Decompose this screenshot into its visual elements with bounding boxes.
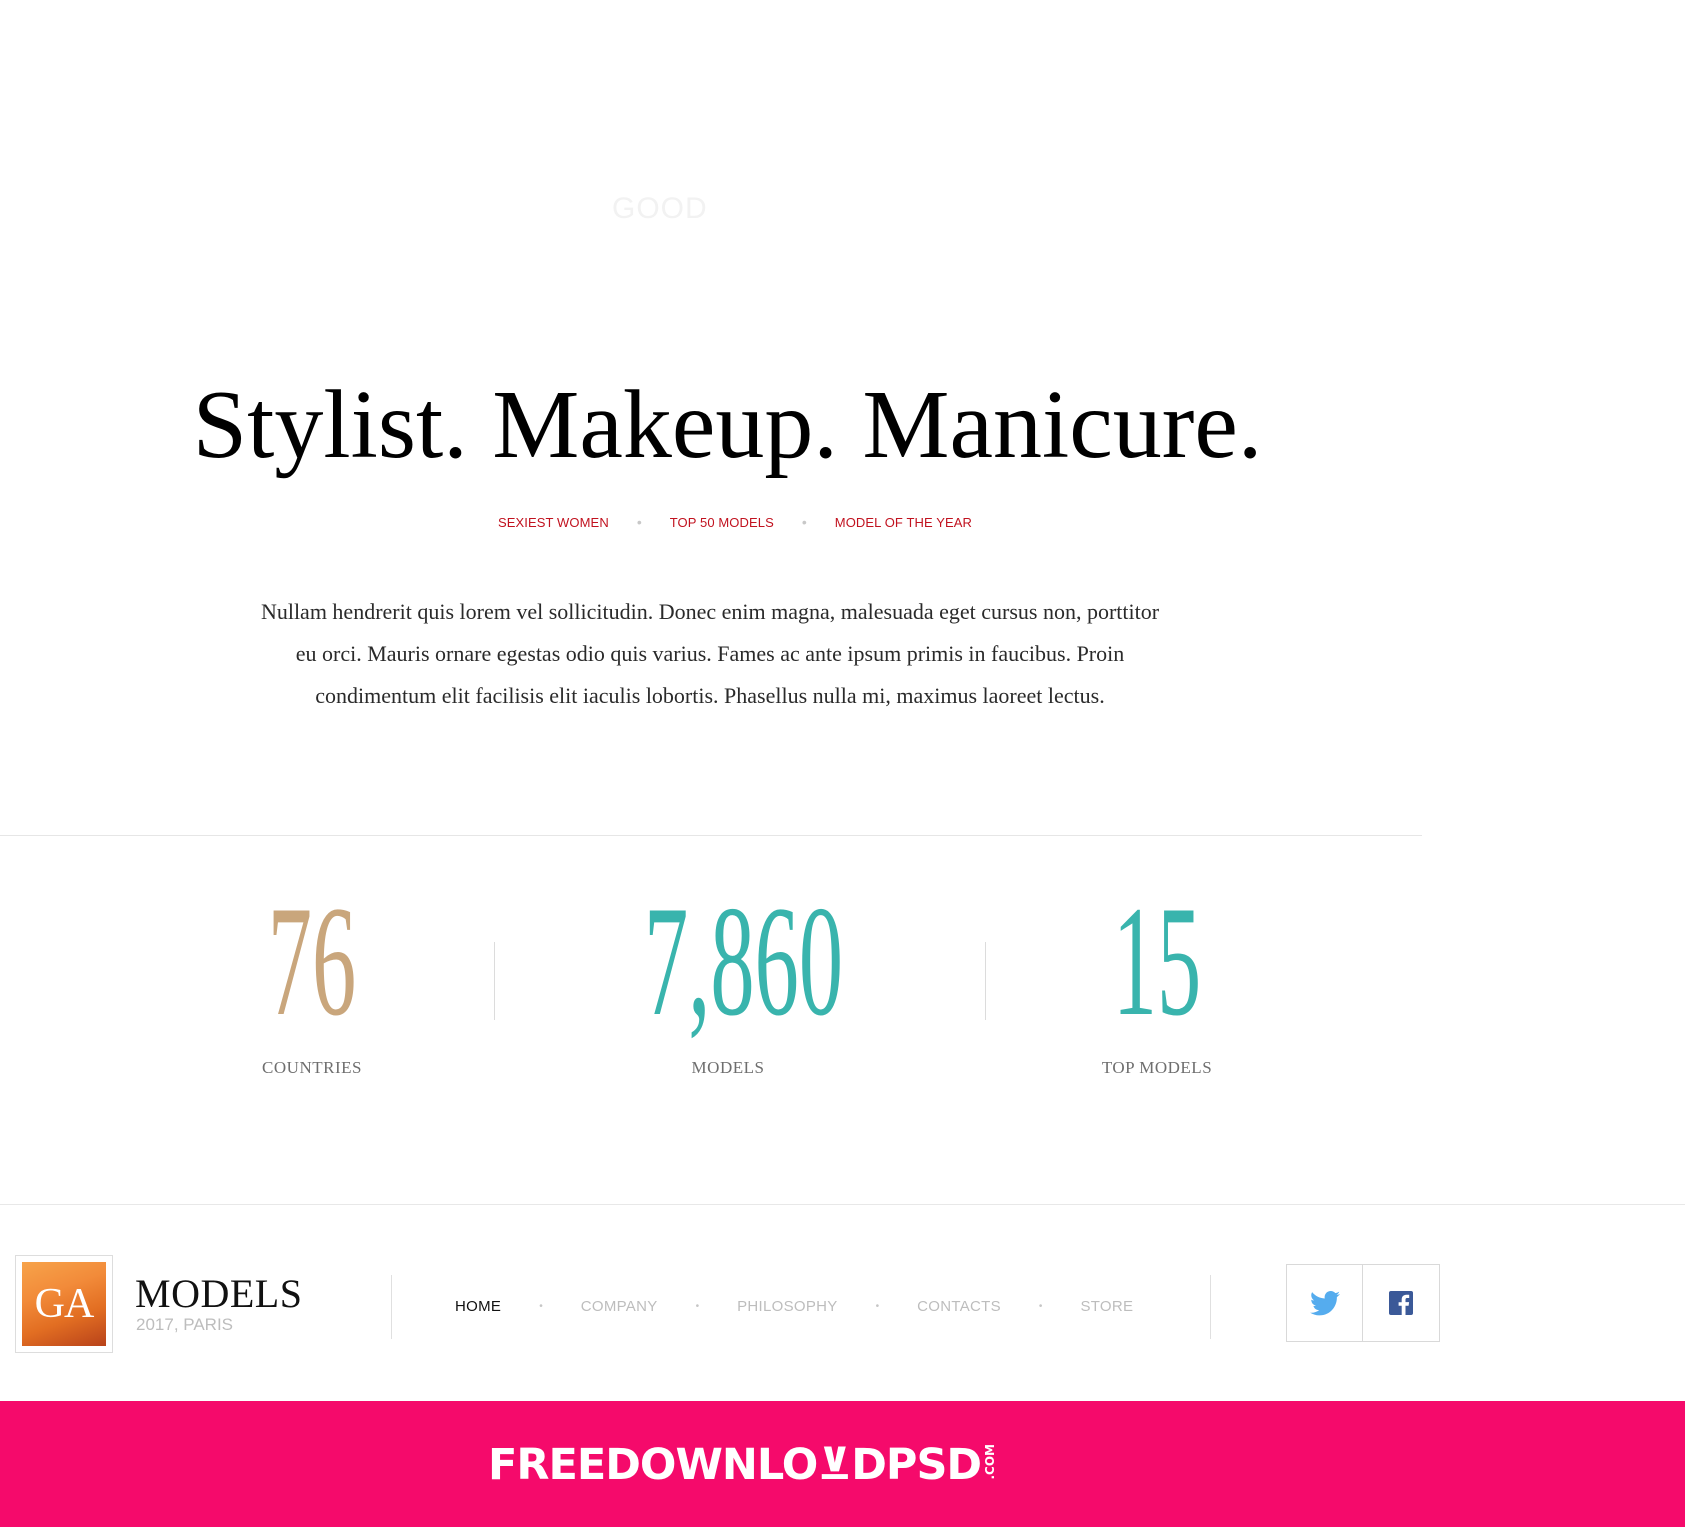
stat-label: MODELS bbox=[691, 1058, 765, 1077]
stat-value: 15 bbox=[1112, 874, 1202, 1049]
brand-subtitle: 2017, PARIS bbox=[136, 1315, 234, 1334]
footer-top-divider bbox=[0, 1204, 1685, 1205]
stat-divider bbox=[494, 942, 495, 1020]
stat-countries: 76 COUNTRIES bbox=[212, 882, 412, 1078]
nav-separator: • bbox=[695, 1301, 700, 1312]
tag-separator: • bbox=[801, 514, 807, 530]
stat-label: COUNTRIES bbox=[262, 1058, 362, 1077]
tag-sexiest-women[interactable]: SEXIEST WOMEN bbox=[498, 515, 609, 530]
faint-watermark: GOOD bbox=[612, 192, 708, 225]
nav-home[interactable]: HOME bbox=[455, 1298, 501, 1315]
facebook-button[interactable] bbox=[1363, 1264, 1440, 1342]
logo[interactable]: GA bbox=[15, 1255, 113, 1353]
tag-top-50-models[interactable]: TOP 50 MODELS bbox=[670, 515, 774, 530]
nav-company[interactable]: COMPANY bbox=[581, 1298, 658, 1315]
stat-models: 7,860 MODELS bbox=[578, 882, 878, 1078]
social-links bbox=[1286, 1264, 1440, 1342]
intro-paragraph: Nullam hendrerit quis lorem vel sollicit… bbox=[260, 599, 1160, 708]
footer-nav: HOME • COMPANY • PHILOSOPHY • CONTACTS •… bbox=[455, 1298, 1133, 1315]
twitter-icon bbox=[1309, 1290, 1340, 1315]
nav-store[interactable]: STORE bbox=[1080, 1298, 1133, 1315]
hero-title: Stylist. Makeup. Manicure. bbox=[192, 371, 1263, 479]
footer-divider bbox=[1210, 1275, 1211, 1339]
stat-divider bbox=[985, 942, 986, 1020]
logo-mark: GA bbox=[22, 1262, 106, 1346]
nav-philosophy[interactable]: PHILOSOPHY bbox=[737, 1298, 838, 1315]
facebook-icon bbox=[1389, 1291, 1413, 1315]
tag-list: SEXIEST WOMEN • TOP 50 MODELS • MODEL OF… bbox=[0, 514, 1470, 530]
nav-separator: • bbox=[875, 1301, 880, 1312]
banner-text: FREEDOWNLO⊻DPSD bbox=[488, 1440, 982, 1490]
banner-watermark: FREEDOWNLO⊻DPSD .COM bbox=[488, 1440, 997, 1490]
nav-contacts[interactable]: CONTACTS bbox=[917, 1298, 1001, 1315]
section-divider bbox=[0, 835, 1422, 836]
stat-label: TOP MODELS bbox=[1101, 1058, 1213, 1077]
stat-value: 7,860 bbox=[644, 874, 844, 1049]
tag-model-of-the-year[interactable]: MODEL OF THE YEAR bbox=[835, 515, 972, 530]
stat-top-models: 15 TOP MODELS bbox=[1057, 882, 1257, 1078]
brand-name: MODELS bbox=[135, 1271, 303, 1316]
nav-separator: • bbox=[539, 1301, 543, 1312]
twitter-button[interactable] bbox=[1286, 1264, 1363, 1342]
stat-value: 76 bbox=[267, 874, 357, 1049]
nav-separator: • bbox=[1038, 1301, 1043, 1312]
banner-suffix: .COM bbox=[983, 1444, 998, 1480]
tag-separator: • bbox=[636, 514, 642, 530]
footer-divider bbox=[391, 1275, 392, 1339]
